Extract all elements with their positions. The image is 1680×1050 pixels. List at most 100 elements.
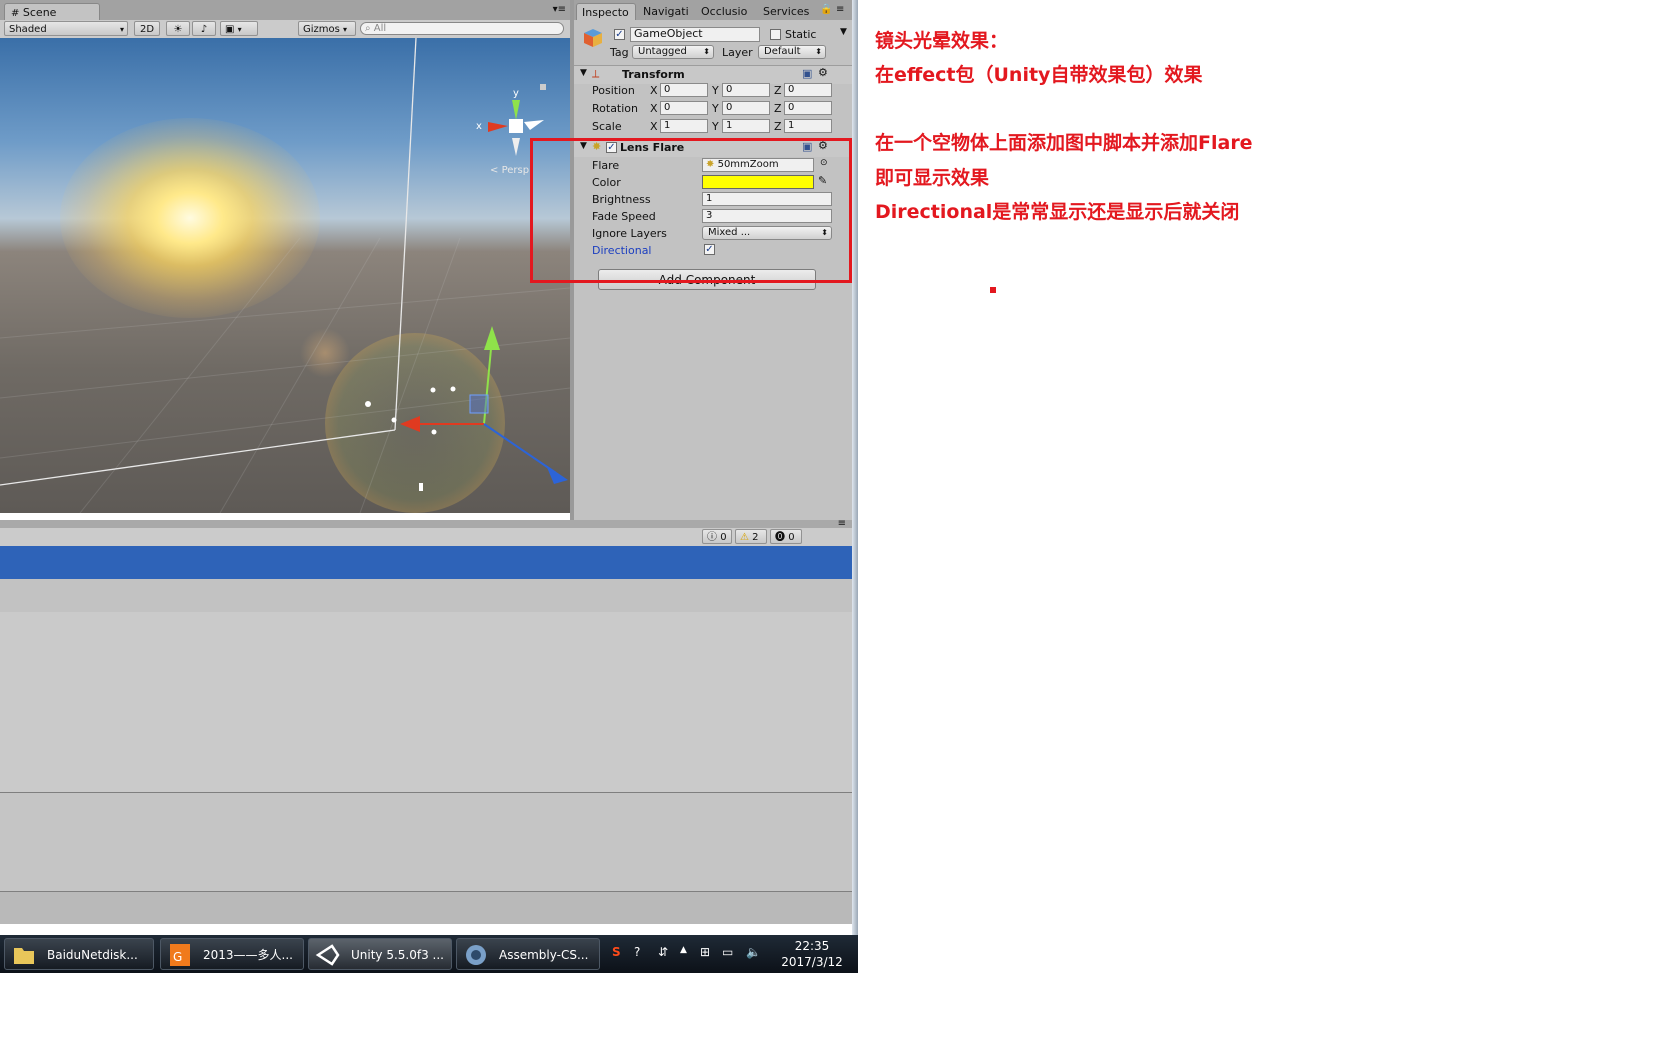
scale-y-field[interactable]: 1 <box>722 119 770 133</box>
chevron-updown-icon: ⬍ <box>703 47 710 56</box>
bounds-line-vertical <box>394 38 417 431</box>
rotation-z-field[interactable]: 0 <box>784 101 832 115</box>
lighting-toggle-button[interactable]: ☀ <box>166 21 190 36</box>
rotation-x-field[interactable]: 0 <box>660 101 708 115</box>
scale-x-field[interactable]: 1 <box>660 119 708 133</box>
annotation-line-1: 镜头光晕效果： <box>875 30 1009 52</box>
console-info-toggle[interactable]: ⓘ 0 <box>702 529 732 544</box>
position-label: Position <box>592 84 635 97</box>
error-icon: ⓿ <box>775 532 785 543</box>
persp-label[interactable]: < Persp <box>490 165 529 176</box>
image-icon: ▣ <box>225 24 235 35</box>
y-axis-arrow-handle[interactable] <box>484 326 500 350</box>
annotation-dot <box>990 287 996 293</box>
rotation-y-field[interactable]: 0 <box>722 101 770 115</box>
taskbar-item-pdf[interactable]: G 2013——多人... <box>160 938 304 970</box>
rotation-label: Rotation <box>592 102 639 115</box>
active-checkbox[interactable]: ✓ <box>614 29 625 40</box>
transform-title: Transform <box>622 68 685 81</box>
panel-menu-icon[interactable]: ▾≡ <box>553 4 566 15</box>
scene-viewport[interactable]: y x < Persp <box>0 38 570 513</box>
search-placeholder: All <box>373 23 387 34</box>
tab-occlusion[interactable]: Occlusio <box>696 3 756 20</box>
scene-toolbar: Shaded ▾ 2D ☀ ♪ ▣ ▾ Gizmos ▾ ⌕ All <box>0 20 570 39</box>
console-warning-toggle[interactable]: ⚠ 2 <box>735 529 767 544</box>
static-label: Static <box>785 28 817 41</box>
transform-icon: ⟂ <box>592 67 600 80</box>
gizmos-label: Gizmos <box>303 24 340 35</box>
console-error-toggle[interactable]: ⓿ 0 <box>770 529 802 544</box>
pdf-reader-icon: G <box>170 944 190 966</box>
effects-dropdown[interactable]: ▣ ▾ <box>220 21 258 36</box>
position-z-field[interactable]: 0 <box>784 83 832 97</box>
tab-scene-label: Scene <box>22 6 57 19</box>
scene-grid-icon: # <box>11 8 20 19</box>
show-hidden-icons-icon[interactable]: ▲ <box>680 945 687 955</box>
gear-icon[interactable]: ⚙ <box>818 66 828 79</box>
window-border <box>852 0 858 935</box>
warning-icon: ⚠ <box>740 532 749 543</box>
x-axis-arrow-handle[interactable] <box>400 416 420 432</box>
display-icon[interactable]: ▭ <box>722 945 733 959</box>
inspector-tab-strip: Inspecto Navigati Occlusio Services 🔒 ≡ <box>574 0 852 21</box>
windows-taskbar: BaiduNetdisk... G 2013——多人... Unity 5.5.… <box>0 935 858 973</box>
console-selected-row[interactable] <box>0 546 852 579</box>
bounds-line-horizontal <box>0 429 396 486</box>
2d-toggle-button[interactable]: 2D <box>134 21 160 36</box>
shading-mode-dropdown[interactable]: Shaded ▾ <box>4 21 128 36</box>
panel-splitter-horizontal[interactable]: ≡ <box>0 518 852 529</box>
object-name-field[interactable]: GameObject <box>630 27 760 42</box>
gameobject-cube-icon <box>584 29 602 47</box>
scale-z-field[interactable]: 1 <box>784 119 832 133</box>
svg-text:G: G <box>173 950 182 964</box>
console-detail-area[interactable] <box>0 793 852 892</box>
static-checkbox[interactable] <box>770 29 781 40</box>
axis-y-label: Y <box>712 102 719 115</box>
chevron-down-icon: ▾ <box>119 25 124 34</box>
console-list-area[interactable] <box>0 612 852 793</box>
volume-icon[interactable]: 🔈 <box>746 945 761 959</box>
annotation-line-4: 即可显示效果 <box>875 167 990 189</box>
device-icon[interactable]: ⊞ <box>700 945 710 959</box>
tag-dropdown[interactable]: Untagged ⬍ <box>632 45 714 59</box>
taskbar-clock[interactable]: 22:35 2017/3/12 <box>772 938 852 970</box>
layer-value: Default <box>764 46 801 57</box>
position-y-field[interactable]: 0 <box>722 83 770 97</box>
tab-inspector[interactable]: Inspecto <box>576 3 636 20</box>
z-axis-arrow-handle[interactable] <box>546 465 568 484</box>
search-icon: ⌕ <box>365 23 371 34</box>
info-icon: ⓘ <box>707 532 717 543</box>
plane-handle[interactable] <box>469 394 489 414</box>
tab-services[interactable]: Services <box>758 3 816 20</box>
audio-toggle-button[interactable]: ♪ <box>192 21 216 36</box>
tab-navigation[interactable]: Navigati <box>638 3 696 20</box>
console-toolbar: ⓘ 0 ⚠ 2 ⓿ 0 <box>0 528 852 547</box>
transform-header[interactable]: ▼ ⟂ Transform ▣ ⚙ <box>574 65 852 84</box>
taskbar-item-assembly[interactable]: Assembly-CS... <box>456 938 600 970</box>
gizmos-dropdown[interactable]: Gizmos ▾ <box>298 21 356 36</box>
layer-dropdown[interactable]: Default ⬍ <box>758 45 826 59</box>
taskbar-item-unity[interactable]: Unity 5.5.0f3 ... <box>308 938 452 970</box>
taskbar-item-label: Unity 5.5.0f3 ... <box>351 948 444 962</box>
position-x-field[interactable]: 0 <box>660 83 708 97</box>
gizmo-axis-x-label: x <box>476 121 482 132</box>
taskbar-item-baidunetdisk[interactable]: BaiduNetdisk... <box>4 938 154 970</box>
panel-menu-icon[interactable]: ≡ <box>836 4 844 15</box>
scene-search-input[interactable]: ⌕ All <box>360 22 564 35</box>
taskbar-item-label: Assembly-CS... <box>499 948 589 962</box>
tab-scene[interactable]: # Scene <box>4 3 100 20</box>
help-book-icon[interactable]: ▣ <box>802 67 812 80</box>
console-row[interactable] <box>0 579 852 612</box>
foldout-arrow-icon[interactable]: ▼ <box>580 68 587 78</box>
axis-x-label: X <box>650 102 658 115</box>
unity-icon <box>315 944 340 966</box>
help-icon[interactable]: ? <box>634 945 640 959</box>
lock-icon[interactable]: 🔒 <box>820 4 832 15</box>
tag-value: Untagged <box>638 46 687 57</box>
clock-time: 22:35 <box>794 939 830 953</box>
axis-x-label: X <box>650 120 658 133</box>
network-status-icon[interactable]: ⇵ <box>658 945 668 959</box>
sogou-ime-icon[interactable]: S <box>612 945 621 959</box>
scale-label: Scale <box>592 120 622 133</box>
static-dropdown-icon[interactable]: ▼ <box>840 27 847 37</box>
